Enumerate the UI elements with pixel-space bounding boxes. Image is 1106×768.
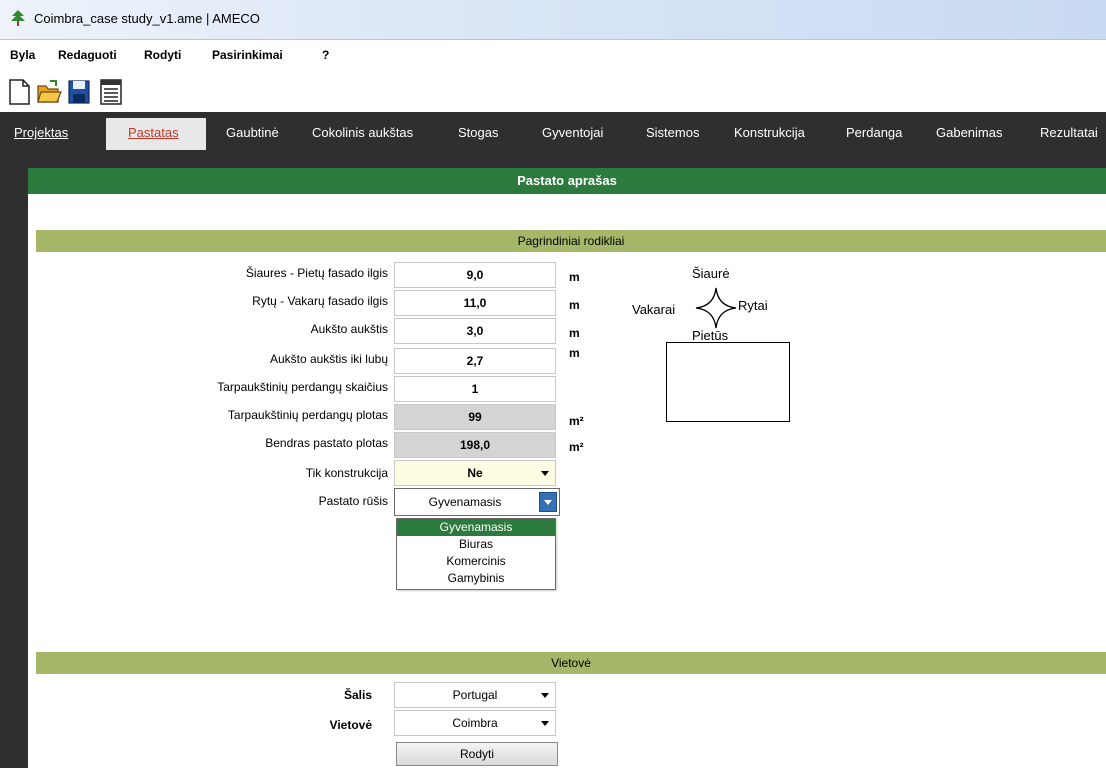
tab-projektas[interactable]: Projektas: [14, 125, 68, 140]
ns-length-input[interactable]: 9,0: [394, 262, 556, 288]
ew-length-label: Rytų - Vakarų fasado ilgis: [252, 294, 388, 308]
report-icon[interactable]: [98, 78, 124, 106]
save-icon[interactable]: [66, 78, 92, 106]
tab-gabenimas[interactable]: Gabenimas: [936, 125, 1002, 140]
floor-area-unit: m²: [569, 414, 584, 428]
option-komercinis[interactable]: Komercinis: [397, 553, 555, 570]
section-basic-indicators: Pagrindiniai rodikliai: [36, 230, 1106, 252]
title-bar: Coimbra_case study_v1.ame | AMECO: [0, 0, 1106, 40]
total-area-unit: m²: [569, 440, 584, 454]
main-frame: Pastato aprašas Pagrindiniai rodikliai Š…: [0, 158, 1106, 768]
country-select[interactable]: Portugal: [394, 682, 556, 708]
floor-area-label: Tarpaukštinių perdangų plotas: [227, 408, 388, 422]
ceiling-height-label: Aukšto aukštis iki lubų: [269, 352, 388, 366]
chevron-down-icon: [541, 471, 549, 476]
open-folder-icon[interactable]: [36, 78, 62, 106]
ceiling-height-unit: m: [569, 346, 580, 360]
menu-redaguoti[interactable]: Redaguoti: [58, 48, 117, 62]
menu-bar: Byla Redaguoti Rodyti Pasirinkimai ?: [0, 40, 1106, 72]
dropdown-button[interactable]: [539, 492, 557, 512]
floor-count-label: Tarpaukštinių perdangų skaičius: [217, 380, 388, 394]
compass-west-label: Vakarai: [632, 302, 676, 317]
building-type-label: Pastato rūšis: [318, 494, 388, 508]
tab-gaubtine[interactable]: Gaubtinė: [226, 125, 279, 140]
building-type-dropdown-list: Gyvenamasis Biuras Komercinis Gamybinis: [396, 518, 556, 590]
building-type-value: Gyvenamasis: [428, 495, 502, 509]
ew-length-input[interactable]: 11,0: [394, 290, 556, 316]
ns-length-unit: m: [569, 270, 580, 284]
show-location-button[interactable]: Rodyti: [396, 742, 558, 766]
menu-byla[interactable]: Byla: [10, 48, 35, 62]
section-location: Vietovė: [36, 652, 1106, 674]
app-logo-icon: [11, 10, 25, 26]
structure-only-label: Tik konstrukcija: [305, 466, 388, 480]
option-gyvenamasis[interactable]: Gyvenamasis: [397, 519, 555, 536]
structure-only-value: Ne: [467, 466, 483, 480]
compass-north-label: Šiaurė: [692, 266, 730, 281]
menu-help[interactable]: ?: [322, 48, 329, 62]
compass-star-icon: [695, 287, 737, 329]
page-title: Pastato aprašas: [28, 168, 1106, 194]
option-gamybinis[interactable]: Gamybinis: [397, 570, 555, 587]
tab-gyventojai[interactable]: Gyventojai: [542, 125, 603, 140]
tab-stogas[interactable]: Stogas: [458, 125, 498, 140]
place-label: Vietovė: [329, 718, 372, 732]
tab-bar: Projektas Pastatas Gaubtinė Cokolinis au…: [0, 112, 1106, 158]
total-area-label: Bendras pastato plotas: [265, 436, 388, 450]
compass-east-label: Rytai: [738, 298, 768, 313]
place-select[interactable]: Coimbra: [394, 710, 556, 736]
country-value: Portugal: [452, 688, 498, 702]
chevron-down-icon: [544, 500, 552, 505]
tab-konstrukcija[interactable]: Konstrukcija: [734, 125, 805, 140]
chevron-down-icon: [541, 693, 549, 698]
menu-rodyti[interactable]: Rodyti: [144, 48, 181, 62]
window-title: Coimbra_case study_v1.ame | AMECO: [34, 11, 260, 26]
floor-height-unit: m: [569, 326, 580, 340]
floor-height-label: Aukšto aukštis: [310, 322, 388, 336]
floor-area-value: 99: [394, 404, 556, 430]
chevron-down-icon: [541, 721, 549, 726]
building-type-select[interactable]: Gyvenamasis: [394, 488, 560, 516]
menu-pasirinkimai[interactable]: Pasirinkimai: [212, 48, 283, 62]
tab-cokolinis-aukstas[interactable]: Cokolinis aukštas: [312, 125, 413, 140]
country-label: Šalis: [343, 688, 372, 702]
tab-pastatas[interactable]: Pastatas: [128, 125, 179, 140]
total-area-value: 198,0: [394, 432, 556, 458]
option-biuras[interactable]: Biuras: [397, 536, 555, 553]
new-file-icon[interactable]: [6, 78, 32, 106]
tab-sistemos[interactable]: Sistemos: [646, 125, 699, 140]
floor-height-input[interactable]: 3,0: [394, 318, 556, 344]
content-panel: Pastato aprašas Pagrindiniai rodikliai Š…: [28, 168, 1106, 768]
structure-only-select[interactable]: Ne: [394, 460, 556, 486]
compass-south-label: Pietūs: [692, 328, 729, 343]
ew-length-unit: m: [569, 298, 580, 312]
building-plan-preview: [666, 342, 790, 422]
ceiling-height-input[interactable]: 2,7: [394, 348, 556, 374]
tab-rezultatai[interactable]: Rezultatai: [1040, 125, 1098, 140]
ns-length-label: Šiaures - Pietų fasado ilgis: [245, 266, 388, 280]
floor-count-input[interactable]: 1: [394, 376, 556, 402]
tab-perdanga[interactable]: Perdanga: [846, 125, 902, 140]
toolbar: [0, 72, 1106, 112]
place-value: Coimbra: [452, 716, 498, 730]
